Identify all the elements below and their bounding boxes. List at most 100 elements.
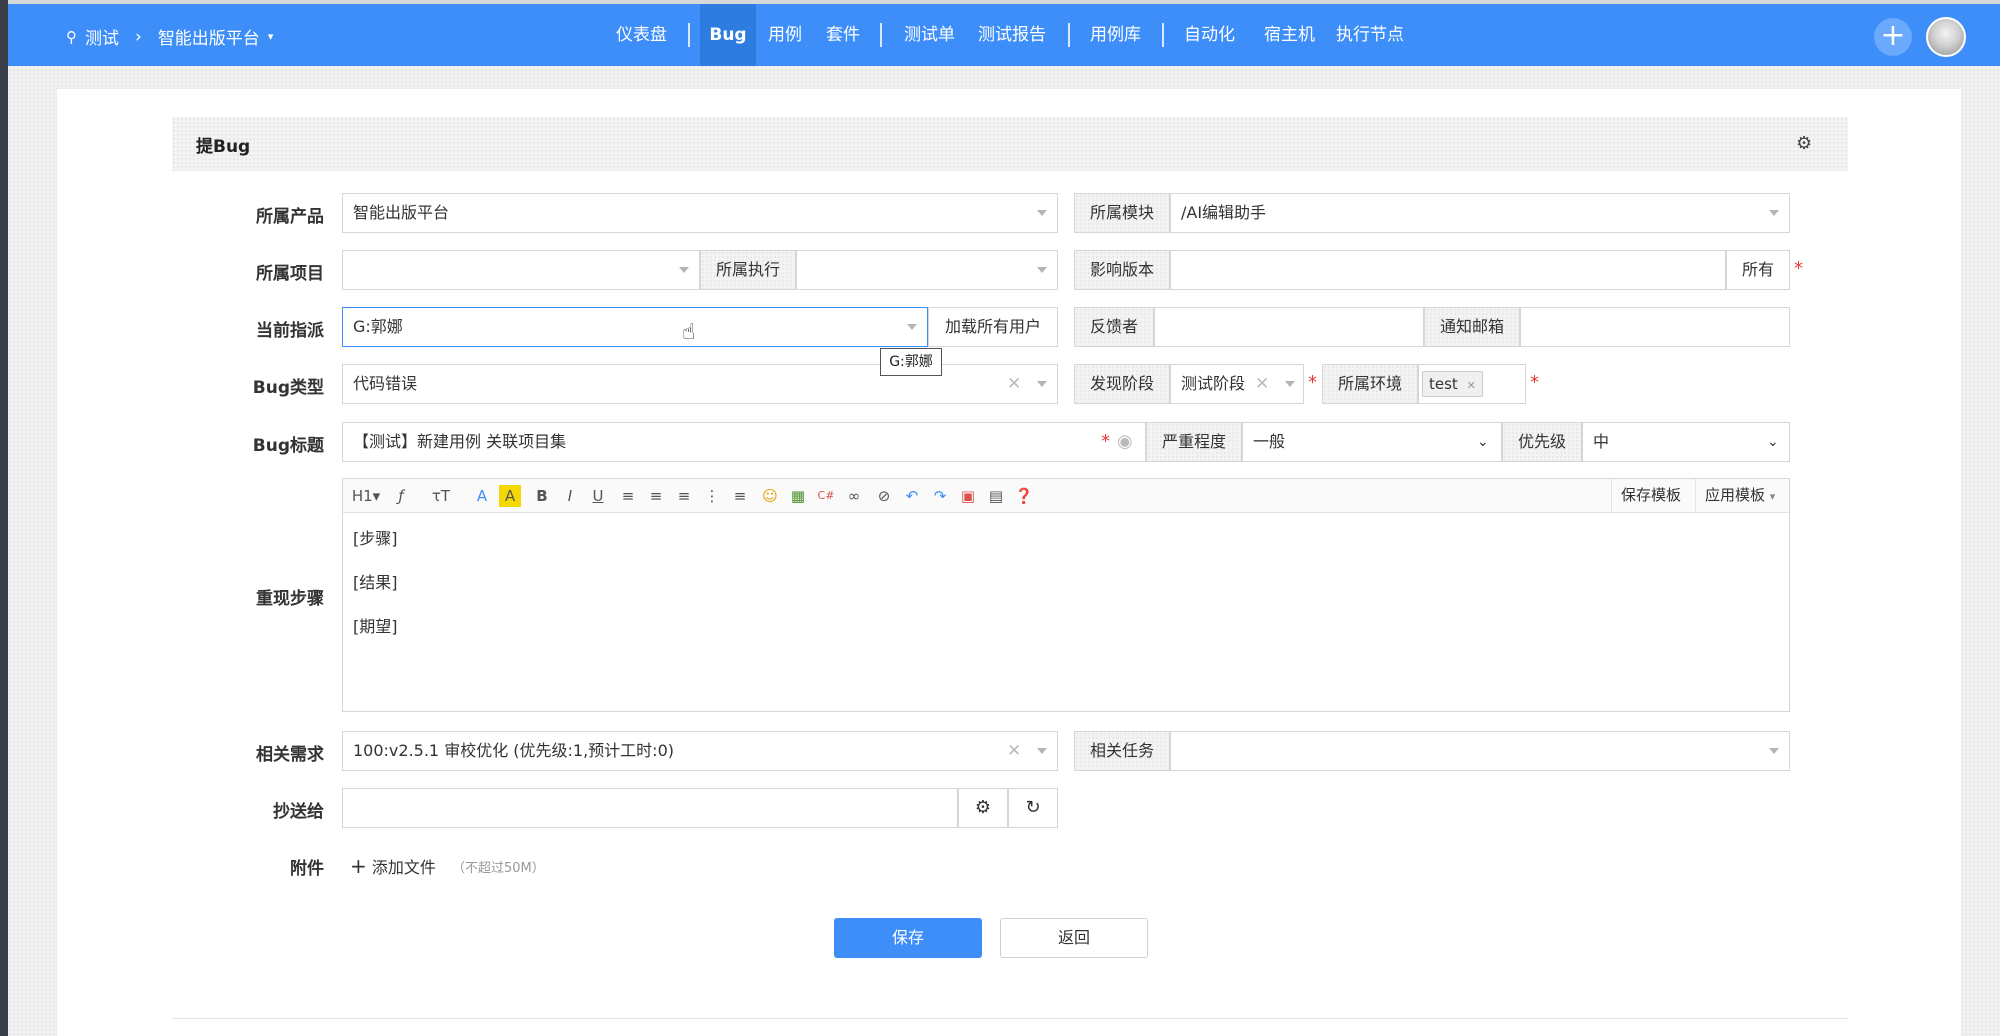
gear-icon[interactable]: ⚙	[1796, 133, 1812, 154]
bold-icon[interactable]: B	[531, 485, 553, 507]
font-family-icon[interactable]: ƒ	[389, 485, 413, 507]
chevron-down-icon	[1037, 381, 1047, 387]
add-file-label: 添加文件	[371, 858, 436, 877]
nav-testcase[interactable]: 用例	[768, 4, 802, 66]
type-value: 代码错误	[353, 374, 418, 393]
assign-tooltip: G:郭娜	[880, 348, 942, 376]
bug-title-input[interactable]: 【测试】新建用例 关联项目集 * ◉	[342, 422, 1146, 462]
remove-tag-icon[interactable]: ✕	[1467, 379, 1476, 392]
ordered-list-icon[interactable]: ⋮	[701, 485, 723, 507]
align-left-icon[interactable]: ≡	[617, 485, 639, 507]
chevron-down-icon: ⌄	[1767, 434, 1779, 450]
create-plus-button[interactable]: +	[1874, 18, 1912, 56]
redo-icon[interactable]: ↷	[929, 485, 951, 507]
steps-line: [步骤]	[353, 529, 398, 548]
steps-editor[interactable]: H1▾ ƒ τT A A B I U ≡ ≡ ≡ ⋮ ≡ ☺ ▦ C# ∞ ⊘ …	[342, 478, 1790, 712]
priority-select[interactable]: 中 ⌄	[1582, 422, 1790, 462]
cc-settings-button[interactable]: ⚙	[958, 788, 1008, 828]
save-template-button[interactable]: 保存模板	[1611, 479, 1690, 512]
italic-icon[interactable]: I	[559, 485, 581, 507]
image-icon[interactable]: ▦	[787, 485, 809, 507]
nav-caselib[interactable]: 用例库	[1090, 4, 1141, 66]
product-label: 所属产品	[256, 207, 324, 227]
files-label: 附件	[290, 859, 324, 879]
bug-title-value: 【测试】新建用例 关联项目集	[353, 432, 567, 451]
editor-toolbar: H1▾ ƒ τT A A B I U ≡ ≡ ≡ ⋮ ≡ ☺ ▦ C# ∞ ⊘ …	[343, 479, 1789, 513]
font-color-icon[interactable]: A	[471, 485, 493, 507]
link-icon[interactable]: ∞	[843, 485, 865, 507]
nav-host[interactable]: 宿主机	[1264, 4, 1315, 66]
help-icon[interactable]: ❓	[1013, 485, 1035, 507]
story-value: 100:v2.5.1 审校优化 (优先级:1,预计工时:0)	[353, 741, 674, 760]
nav-divider	[1162, 23, 1164, 47]
gear-icon: ⚙	[974, 797, 992, 818]
feedback-input[interactable]	[1154, 307, 1424, 347]
module-select[interactable]: /AI编辑助手	[1170, 193, 1790, 233]
chevron-down-icon[interactable]: ▾	[268, 30, 274, 43]
chevron-down-icon	[1037, 748, 1047, 754]
product-select[interactable]: 智能出版平台	[342, 193, 1058, 233]
chevron-down-icon	[1037, 267, 1047, 273]
nav-exec-node[interactable]: 执行节点	[1336, 4, 1404, 66]
nav-divider	[1068, 23, 1070, 47]
apply-template-button[interactable]: 应用模板 ▾	[1695, 479, 1784, 512]
execution-select[interactable]	[796, 250, 1058, 290]
chevron-right-icon: ›	[135, 26, 142, 47]
task-label: 相关任务	[1074, 731, 1170, 771]
unordered-list-icon[interactable]: ≡	[729, 485, 751, 507]
assign-select[interactable]: G:郭娜	[342, 307, 928, 347]
load-all-users-button[interactable]: 加载所有用户	[928, 307, 1058, 347]
breadcrumb: ⚲ 测试 › 智能出版平台 ▾	[66, 24, 274, 50]
avatar[interactable]	[1926, 17, 1966, 57]
breadcrumb-product[interactable]: 智能出版平台	[158, 24, 260, 49]
eraser-icon[interactable]: ⊘	[873, 485, 895, 507]
search-icon[interactable]: ⚲	[66, 28, 77, 46]
build-label: 影响版本	[1074, 250, 1170, 290]
nav-suite[interactable]: 套件	[826, 4, 860, 66]
cc-refresh-button[interactable]: ↻	[1008, 788, 1058, 828]
notify-label: 通知邮箱	[1424, 307, 1520, 347]
nav-testreport[interactable]: 测试报告	[978, 4, 1046, 66]
assign-value: G:郭娜	[353, 317, 403, 336]
build-all-button[interactable]: 所有	[1726, 250, 1790, 290]
project-select[interactable]	[342, 250, 700, 290]
undo-icon[interactable]: ↶	[901, 485, 923, 507]
code-icon[interactable]: C#	[815, 485, 837, 507]
heading-icon[interactable]: H1▾	[351, 485, 381, 507]
story-select[interactable]: 100:v2.5.1 审校优化 (优先级:1,预计工时:0) ✕	[342, 731, 1058, 771]
nav-testtask[interactable]: 测试单	[904, 4, 955, 66]
expect-line: [期望]	[353, 617, 398, 636]
highlight-icon[interactable]: A	[499, 485, 521, 507]
save-button[interactable]: 保存	[834, 918, 982, 958]
severity-select[interactable]: 一般 ⌄	[1242, 422, 1502, 462]
feedback-label: 反馈者	[1074, 307, 1154, 347]
emoticon-icon[interactable]: ☺	[759, 485, 781, 507]
nav-bug[interactable]: Bug	[700, 4, 756, 66]
nav-automation[interactable]: 自动化	[1184, 4, 1235, 66]
nav-dashboard[interactable]: 仪表盘	[616, 4, 667, 66]
clear-icon[interactable]: ✕	[1255, 365, 1269, 403]
task-select[interactable]	[1170, 731, 1790, 771]
chevron-down-icon	[1769, 748, 1779, 754]
align-center-icon[interactable]: ≡	[645, 485, 667, 507]
stage-select[interactable]: 测试阶段 ✕	[1170, 364, 1304, 404]
palette-icon[interactable]: ◉	[1117, 423, 1133, 461]
cc-select[interactable]	[342, 788, 958, 828]
build-select[interactable]	[1170, 250, 1726, 290]
add-file-button[interactable]: + 添加文件	[350, 854, 436, 878]
type-select[interactable]: 代码错误 ✕	[342, 364, 1058, 404]
required-mark: *	[1530, 372, 1539, 393]
align-right-icon[interactable]: ≡	[673, 485, 695, 507]
clear-icon[interactable]: ✕	[1007, 365, 1021, 403]
chevron-down-icon: ⌄	[1477, 434, 1489, 450]
required-mark: *	[1101, 431, 1110, 452]
font-size-icon[interactable]: τT	[427, 485, 455, 507]
underline-icon[interactable]: U	[587, 485, 609, 507]
steps-label: 重现步骤	[256, 589, 324, 609]
breadcrumb-root[interactable]: 测试	[85, 24, 119, 49]
clear-icon[interactable]: ✕	[1007, 732, 1021, 770]
back-button[interactable]: 返回	[1000, 918, 1148, 958]
template-icon[interactable]: ▤	[985, 485, 1007, 507]
notify-email-input[interactable]	[1520, 307, 1790, 347]
fullscreen-icon[interactable]: ▣	[957, 485, 979, 507]
